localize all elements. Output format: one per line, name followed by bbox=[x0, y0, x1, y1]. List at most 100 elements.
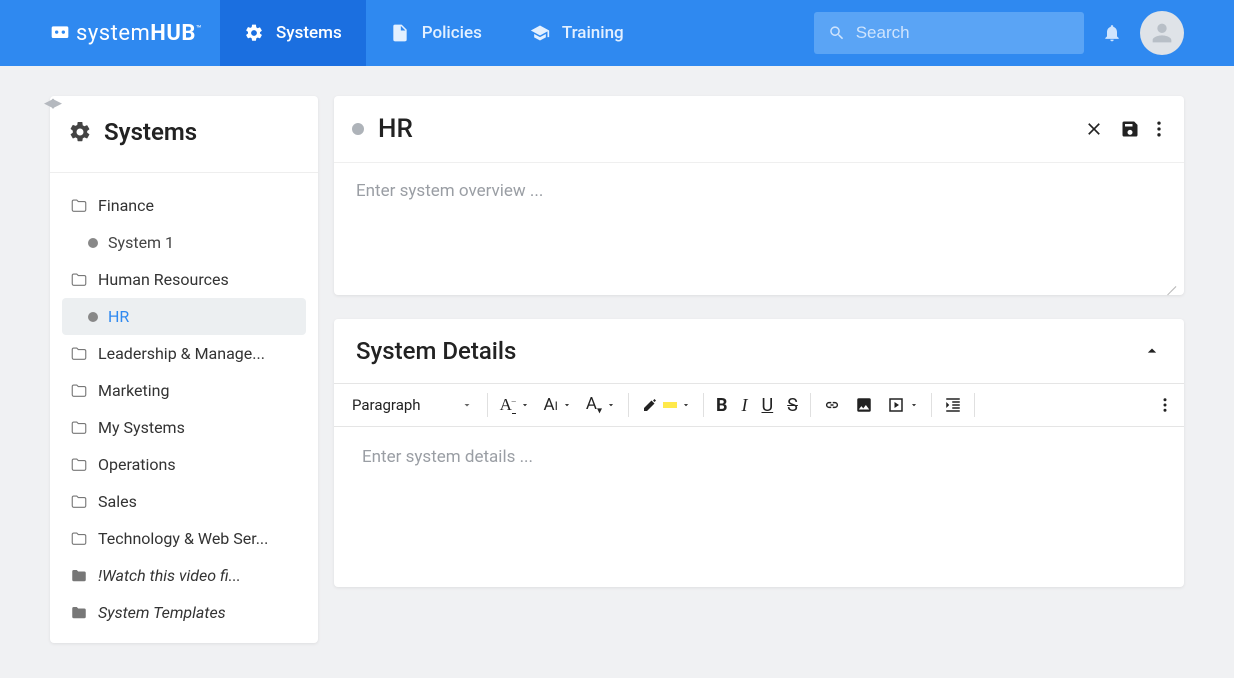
image-button[interactable] bbox=[849, 392, 879, 418]
bold-button[interactable]: B bbox=[710, 391, 734, 420]
link-button[interactable] bbox=[817, 392, 847, 418]
folder-solid-icon bbox=[70, 567, 88, 585]
folder-my-systems[interactable]: My Systems bbox=[62, 409, 306, 446]
brand-logo[interactable]: systemHUB™ bbox=[0, 0, 220, 66]
search-box[interactable] bbox=[814, 12, 1084, 54]
overview-input[interactable] bbox=[356, 181, 1162, 241]
folder-human-resources[interactable]: Human Resources bbox=[62, 261, 306, 298]
sidebar: Systems Finance System 1 Human Resources… bbox=[50, 96, 318, 643]
folder-label: My Systems bbox=[98, 418, 185, 437]
folder-label: Technology & Web Ser... bbox=[98, 529, 268, 548]
folder-system-templates[interactable]: System Templates bbox=[62, 594, 306, 631]
nav-tab-policies[interactable]: Policies bbox=[366, 0, 506, 66]
chevron-up-icon[interactable] bbox=[1142, 341, 1162, 361]
notifications-icon[interactable] bbox=[1102, 23, 1122, 43]
nav-tab-label: Policies bbox=[422, 23, 482, 43]
font-color-button[interactable]: A▾ bbox=[580, 390, 622, 420]
folder-sales[interactable]: Sales bbox=[62, 483, 306, 520]
details-card: System Details Paragraph A‾ AI bbox=[334, 319, 1184, 587]
folder-solid-icon bbox=[70, 604, 88, 622]
folder-leadership[interactable]: Leadership & Manage... bbox=[62, 335, 306, 372]
divider bbox=[50, 172, 318, 173]
status-dot-icon bbox=[352, 123, 364, 135]
underline-icon: U bbox=[762, 395, 774, 416]
video-icon bbox=[887, 396, 905, 414]
more-icon bbox=[1162, 396, 1168, 414]
system-item-system1[interactable]: System 1 bbox=[62, 224, 306, 261]
search-input[interactable] bbox=[856, 23, 1070, 43]
italic-icon: I bbox=[742, 395, 748, 416]
toolbar-more-button[interactable] bbox=[1156, 392, 1174, 418]
outdent-button[interactable] bbox=[938, 392, 968, 418]
training-icon bbox=[530, 23, 550, 43]
close-icon[interactable] bbox=[1084, 119, 1104, 139]
gear-icon bbox=[244, 23, 264, 43]
paragraph-select[interactable]: Paragraph bbox=[344, 392, 481, 418]
folder-tree: Finance System 1 Human Resources HR Lead… bbox=[50, 187, 318, 631]
highlighter-icon bbox=[641, 396, 659, 414]
nav-tab-systems[interactable]: Systems bbox=[220, 0, 366, 66]
folder-icon bbox=[70, 382, 88, 400]
status-dot-icon bbox=[88, 312, 98, 322]
paragraph-label: Paragraph bbox=[352, 396, 421, 414]
italic-button[interactable]: I bbox=[736, 391, 754, 420]
nav-right bbox=[814, 11, 1234, 55]
details-header[interactable]: System Details bbox=[334, 319, 1184, 383]
strike-icon: S bbox=[787, 395, 798, 416]
chevron-down-icon bbox=[562, 400, 572, 410]
separator bbox=[974, 393, 975, 417]
chevron-down-icon bbox=[520, 400, 530, 410]
bold-icon: B bbox=[716, 395, 728, 416]
top-nav: systemHUB™ Systems Policies Training bbox=[0, 0, 1234, 66]
more-icon[interactable] bbox=[1156, 119, 1162, 139]
main-layout: Systems Finance System 1 Human Resources… bbox=[0, 66, 1234, 643]
nav-tab-training[interactable]: Training bbox=[506, 0, 648, 66]
system-label: HR bbox=[108, 307, 129, 326]
details-input[interactable] bbox=[362, 447, 1156, 467]
sidebar-collapse-handle[interactable]: ◀▶ bbox=[44, 96, 60, 111]
strikethrough-button[interactable]: S bbox=[781, 391, 804, 420]
folder-icon bbox=[70, 456, 88, 474]
user-avatar[interactable] bbox=[1140, 11, 1184, 55]
folder-label: !Watch this video fi... bbox=[98, 566, 241, 585]
folder-icon bbox=[70, 271, 88, 289]
folder-watch-video[interactable]: !Watch this video fi... bbox=[62, 557, 306, 594]
separator bbox=[628, 393, 629, 417]
main-content: HR System Details Paragraph bbox=[334, 96, 1184, 643]
folder-label: Finance bbox=[98, 196, 154, 215]
details-body bbox=[334, 427, 1184, 587]
system-item-hr[interactable]: HR bbox=[62, 298, 306, 335]
status-dot-icon bbox=[88, 238, 98, 248]
chevron-down-icon bbox=[461, 399, 473, 411]
nav-tab-label: Training bbox=[562, 23, 624, 43]
folder-icon bbox=[70, 493, 88, 511]
overview-card: HR bbox=[334, 96, 1184, 295]
folder-finance[interactable]: Finance bbox=[62, 187, 306, 224]
system-title[interactable]: HR bbox=[378, 114, 1070, 144]
highlight-button[interactable] bbox=[635, 392, 697, 418]
folder-marketing[interactable]: Marketing bbox=[62, 372, 306, 409]
folder-operations[interactable]: Operations bbox=[62, 446, 306, 483]
font-family-button[interactable]: A‾ bbox=[494, 391, 536, 419]
overview-body bbox=[334, 163, 1184, 295]
font-size-button[interactable]: AI bbox=[538, 391, 578, 419]
title-row: HR bbox=[334, 96, 1184, 163]
video-button[interactable] bbox=[881, 392, 925, 418]
resize-handle[interactable] bbox=[1164, 277, 1176, 289]
folder-label: Human Resources bbox=[98, 270, 229, 289]
folder-icon bbox=[70, 419, 88, 437]
save-icon[interactable] bbox=[1120, 119, 1140, 139]
folder-label: Operations bbox=[98, 455, 176, 474]
text-color-icon: A▾ bbox=[586, 394, 602, 416]
search-icon bbox=[828, 23, 846, 43]
folder-label: System Templates bbox=[98, 603, 226, 622]
outdent-icon bbox=[944, 396, 962, 414]
details-title: System Details bbox=[356, 337, 516, 365]
chevron-down-icon bbox=[681, 400, 691, 410]
font-family-icon: A‾ bbox=[500, 395, 516, 415]
folder-label: Marketing bbox=[98, 381, 169, 400]
folder-technology[interactable]: Technology & Web Ser... bbox=[62, 520, 306, 557]
brand-icon bbox=[50, 23, 70, 43]
gear-icon bbox=[68, 120, 92, 144]
underline-button[interactable]: U bbox=[756, 391, 780, 420]
